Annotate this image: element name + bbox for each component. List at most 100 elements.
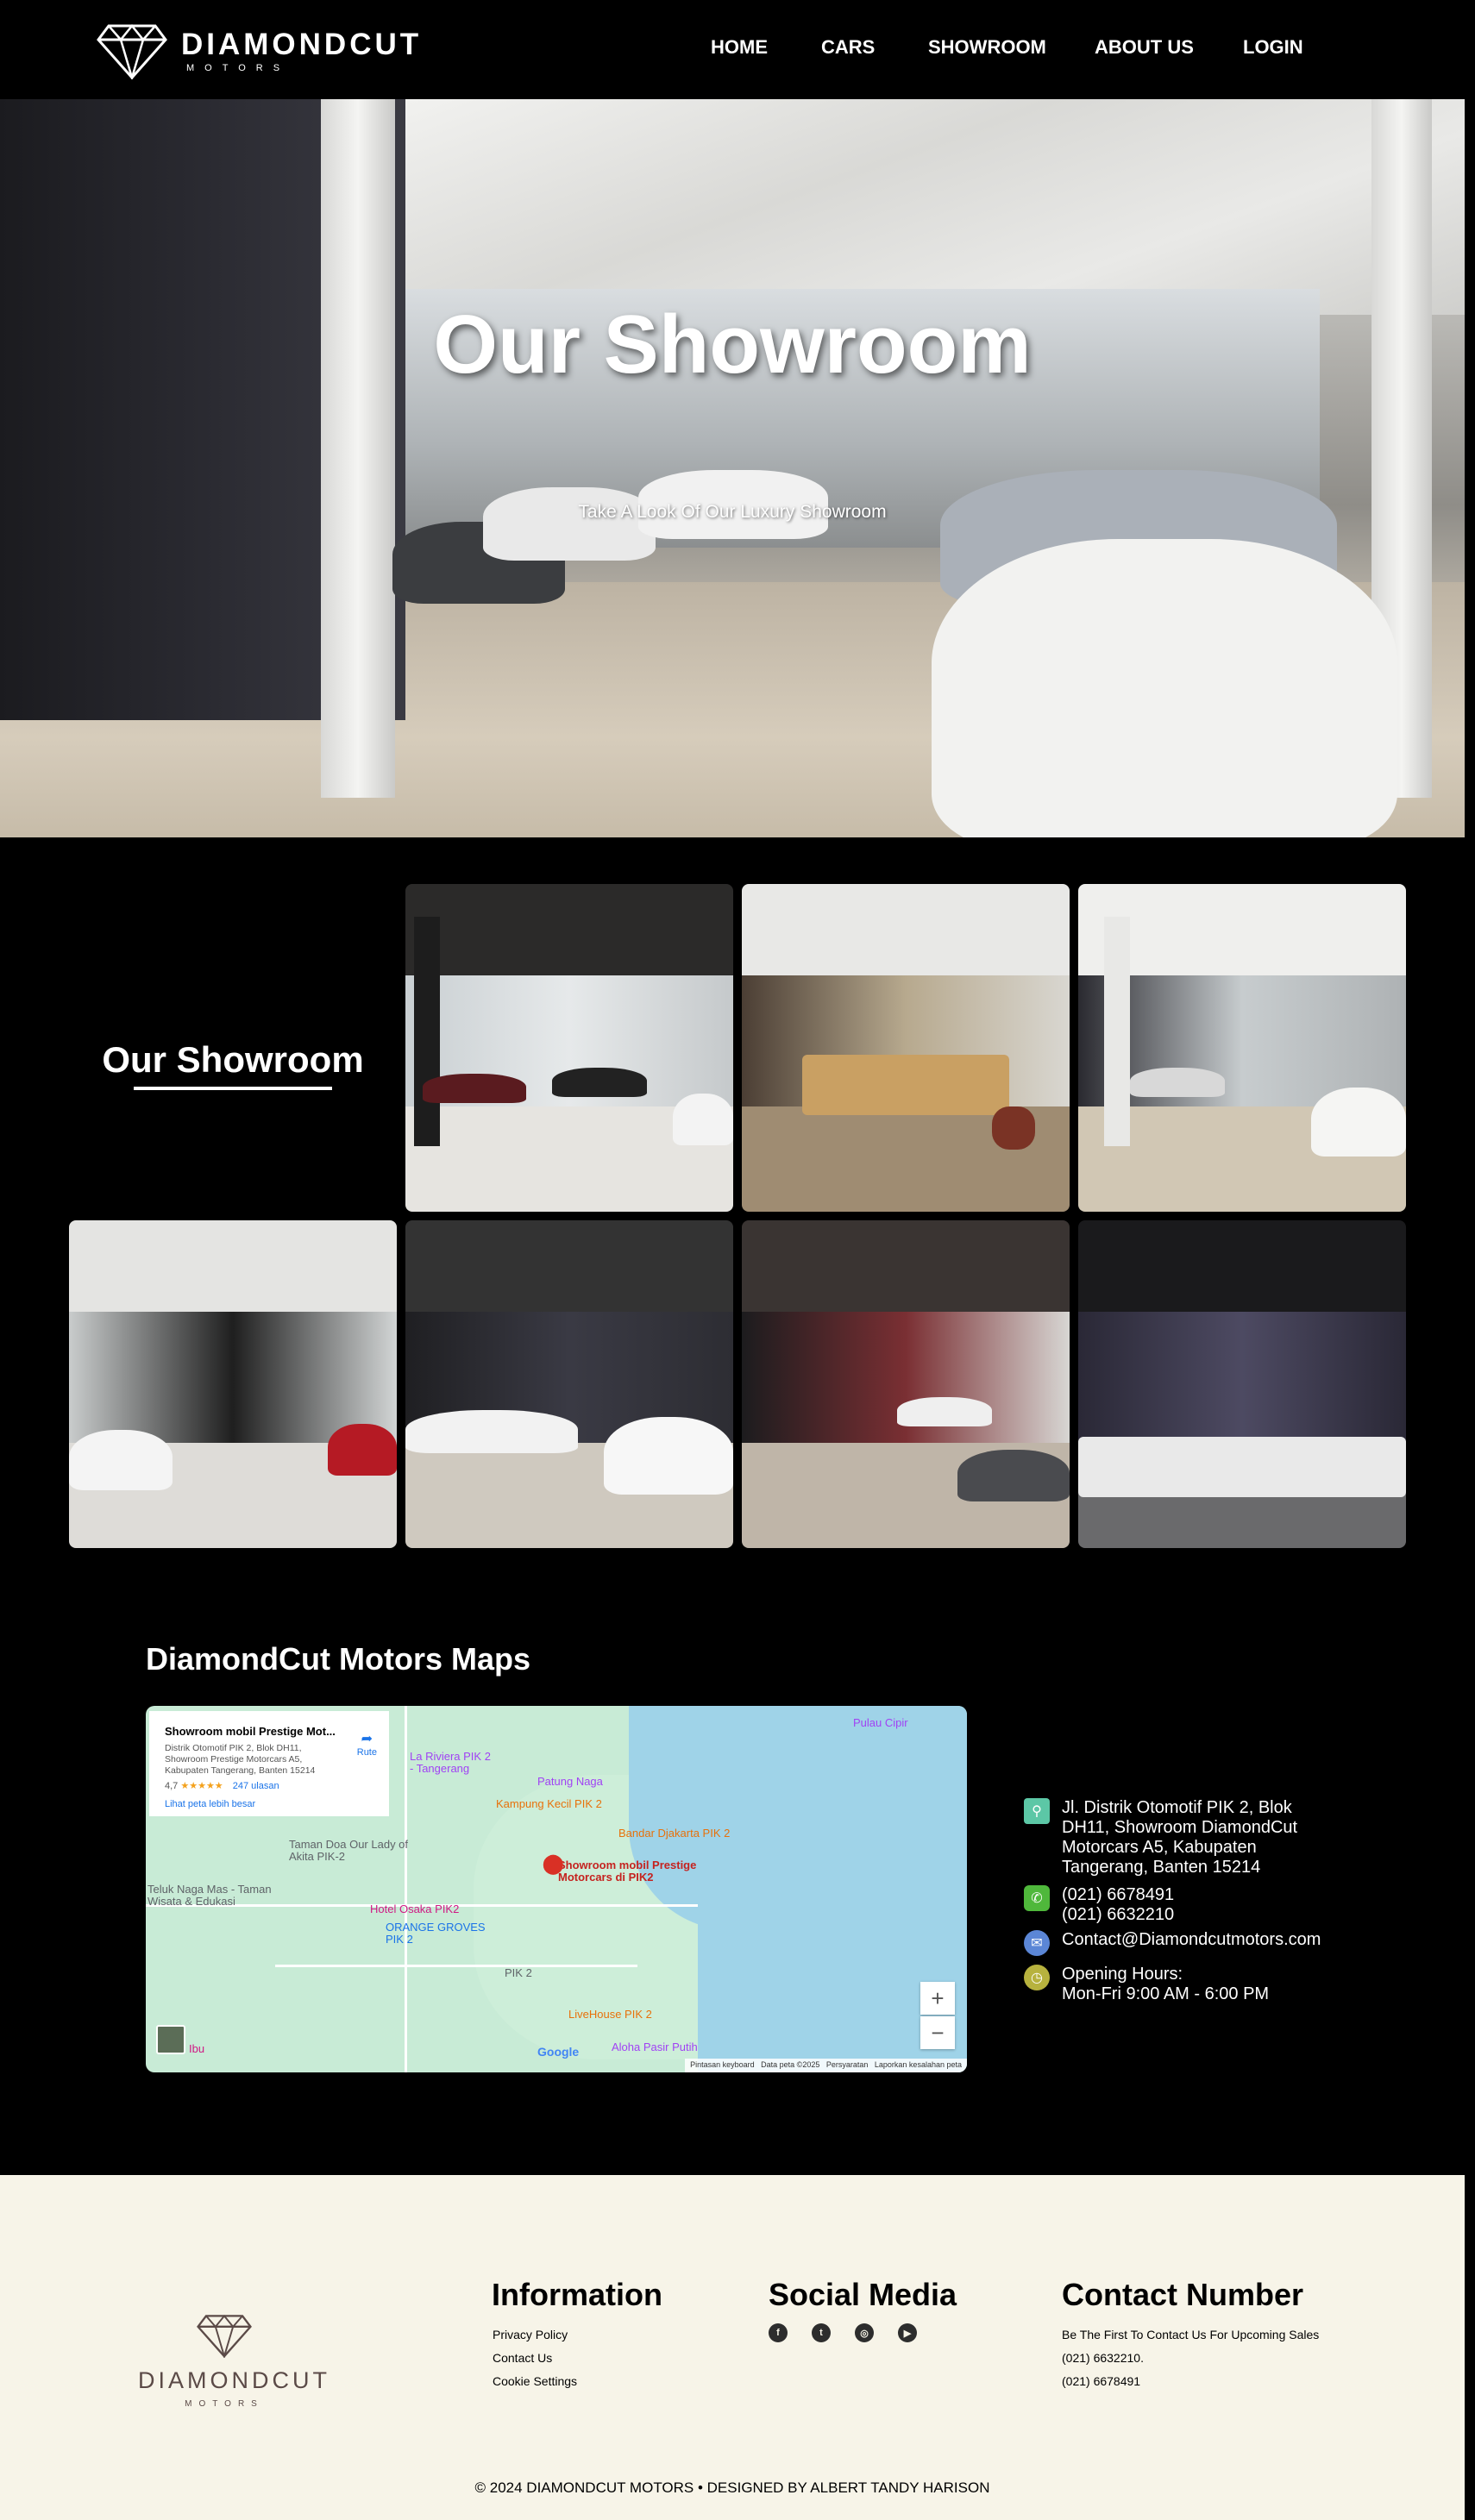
map-place-card: Showroom mobil Prestige Mot... Distrik O… (149, 1711, 389, 1816)
map-road (275, 1965, 637, 1967)
contact-address-row: ⚲ Jl. Distrik Otomotif PIK 2, Blok DH11,… (1024, 1798, 1321, 1877)
satellite-layer-thumbnail[interactable] (156, 2025, 185, 2054)
hero-pillar (321, 99, 395, 798)
map-label-hotel-osaka[interactable]: Hotel Osaka PIK2 (370, 1903, 459, 1915)
showroom-photo-4[interactable] (69, 1220, 397, 1548)
nav-cars-link[interactable]: CARS (821, 36, 875, 59)
route-label: Rute (356, 1747, 377, 1758)
footer-contact-heading: Contact Number (1062, 2277, 1304, 2312)
logo-subtitle: MOTORS (186, 63, 291, 73)
map-label-bandar-djakarta[interactable]: Bandar Djakarta PIK 2 (618, 1827, 730, 1840)
embedded-map[interactable]: Showroom mobil Prestige Mot... Distrik O… (146, 1706, 967, 2072)
rating-stars-icon: ★★★★★ (180, 1781, 223, 1791)
twitter-icon[interactable]: t (812, 2323, 831, 2342)
contact-phone-1[interactable]: (021) 6678491 (1062, 1885, 1321, 1905)
maps-section-title: DiamondCut Motors Maps (146, 1641, 530, 1677)
footer-logo[interactable]: DIAMONDCUT MOTORS (138, 2313, 330, 2409)
place-address: Distrik Otomotif PIK 2, Blok DH11, Showr… (165, 1743, 316, 1776)
showroom-photo-2[interactable] (742, 884, 1070, 1212)
map-report-link[interactable]: Laporkan kesalahan peta (875, 2060, 962, 2069)
contact-phone-row: ✆ (021) 6678491 (021) 6632210 (1024, 1885, 1321, 1925)
showroom-photo-6[interactable] (742, 1220, 1070, 1548)
hero-title: Our Showroom (433, 298, 1032, 391)
map-label-orange-groves[interactable]: ORANGE GROVES PIK 2 (386, 1921, 489, 1946)
nav-login-link[interactable]: LOGIN (1243, 36, 1303, 59)
map-shortcuts-link[interactable]: Pintasan keyboard (690, 2060, 755, 2069)
gallery-title: Our Showroom (102, 1039, 364, 1080)
footer-social-heading: Social Media (769, 2277, 957, 2312)
footer-information-links: Privacy Policy Contact Us Cookie Setting… (493, 2323, 577, 2393)
phone-icon: ✆ (1024, 1885, 1050, 1911)
map-label-teluk-naga[interactable]: Teluk Naga Mas - Taman Wisata & Edukasi (148, 1884, 294, 1908)
cookie-settings-link[interactable]: Cookie Settings (493, 2370, 577, 2393)
map-attribution-bar: Pintasan keyboard Data peta ©2025 Persya… (685, 2059, 967, 2072)
map-label-pulau-cipir[interactable]: Pulau Cipir (853, 1716, 908, 1729)
directions-icon: ➦ (361, 1732, 373, 1746)
map-zoom-in-button[interactable]: + (920, 1982, 955, 2015)
map-label-showroom-pin[interactable]: ⬤ Showroom mobil Prestige Motorcars di P… (543, 1852, 741, 1884)
main-menu: HOME CARS SHOWROOM ABOUT US LOGIN (0, 36, 1475, 62)
contact-us-link[interactable]: Contact Us (493, 2347, 577, 2370)
map-label-ibu[interactable]: Ibu (189, 2042, 204, 2055)
hero-banner: Our Showroom Take A Look Of Our Luxury S… (0, 99, 1465, 837)
map-zoom-out-button[interactable]: − (920, 2016, 955, 2049)
map-terms-link[interactable]: Persyaratan (826, 2060, 869, 2069)
map-road (405, 1706, 407, 2072)
place-reviews-link[interactable]: 247 ulasan (233, 1781, 279, 1791)
hero-car-porsche (932, 539, 1397, 837)
place-rating: 4,7 (165, 1781, 179, 1791)
map-label-livehouse[interactable]: LiveHouse PIK 2 (568, 2008, 652, 2021)
nav-showroom-link[interactable]: SHOWROOM (928, 36, 1046, 59)
site-footer: DIAMONDCUT MOTORS Information Privacy Po… (0, 2175, 1465, 2520)
privacy-policy-link[interactable]: Privacy Policy (493, 2323, 577, 2347)
footer-logo-wordmark: DIAMONDCUT (138, 2367, 330, 2393)
footer-contact-tagline: Be The First To Contact Us For Upcoming … (1062, 2328, 1320, 2341)
diamond-logo-icon (197, 2314, 252, 2360)
map-marker-label: Showroom mobil Prestige Motorcars di PIK… (558, 1859, 697, 1884)
map-label-taman-doa[interactable]: Taman Doa Our Lady of Akita PIK-2 (289, 1839, 427, 1863)
map-label-aloha[interactable]: Aloha Pasir Putih (612, 2040, 698, 2053)
location-pin-icon: ⚲ (1024, 1798, 1050, 1824)
route-button[interactable]: ➦ Rute (357, 1730, 377, 1758)
opening-hours-label: Opening Hours: (1062, 1965, 1183, 1984)
contact-address: Jl. Distrik Otomotif PIK 2, Blok DH11, S… (1062, 1798, 1298, 1877)
hero-car-white (483, 487, 656, 561)
google-logo: Google (537, 2045, 580, 2059)
footer-logo-subtitle: MOTORS (185, 2399, 264, 2409)
nav-home-link[interactable]: HOME (711, 36, 768, 59)
place-rating-row: 4,7 ★★★★★ 247 ulasan (165, 1780, 373, 1791)
showroom-photo-5[interactable] (405, 1220, 733, 1548)
larger-map-link[interactable]: Lihat peta lebih besar (165, 1799, 373, 1809)
contact-phone-2[interactable]: (021) 6632210 (1062, 1905, 1321, 1925)
showroom-photo-7[interactable] (1078, 1220, 1406, 1548)
clock-icon: ◷ (1024, 1965, 1050, 1990)
footer-contact-lines: Be The First To Contact Us For Upcoming … (1062, 2323, 1319, 2393)
footer-phone-1: (021) 6632210. (1062, 2351, 1144, 2365)
email-icon: ✉ (1024, 1930, 1050, 1956)
copyright-text: © 2024 DIAMONDCUT MOTORS • DESIGNED BY A… (474, 2479, 990, 2496)
showroom-photo-3[interactable] (1078, 884, 1406, 1212)
footer-phone-2: (021) 6678491 (1062, 2374, 1141, 2388)
navbar: DIAMONDCUT MOTORS HOME CARS SHOWROOM ABO… (0, 0, 1475, 99)
map-marker-icon: ⬤ (543, 1852, 564, 1874)
social-icons: f t ◎ ▶ (769, 2323, 941, 2342)
facebook-icon[interactable]: f (769, 2323, 788, 2342)
contact-hours-row: ◷ Opening Hours: Mon-Fri 9:00 AM - 6:00 … (1024, 1965, 1321, 2004)
contact-email[interactable]: Contact@Diamondcutmotors.com (1062, 1930, 1321, 1950)
map-label-pik2[interactable]: PIK 2 (505, 1966, 532, 1979)
opening-hours: Mon-Fri 9:00 AM - 6:00 PM (1062, 1984, 1270, 2003)
nav-about-link[interactable]: ABOUT US (1095, 36, 1194, 59)
showroom-photo-1[interactable] (405, 884, 733, 1212)
footer-information-heading: Information (492, 2277, 662, 2312)
map-label-la-riviera[interactable]: La Riviera PIK 2 - Tangerang (410, 1751, 496, 1775)
place-name: Showroom mobil Prestige Mot... (165, 1725, 336, 1738)
youtube-icon[interactable]: ▶ (898, 2323, 917, 2342)
contact-email-row: ✉ Contact@Diamondcutmotors.com (1024, 1930, 1321, 1956)
gallery-title-underline (134, 1087, 332, 1090)
map-data-label: Data peta ©2025 (761, 2060, 820, 2069)
map-label-patung-naga[interactable]: Patung Naga (537, 1775, 603, 1788)
instagram-icon[interactable]: ◎ (855, 2323, 874, 2342)
map-label-kampung-kecil[interactable]: Kampung Kecil PIK 2 (496, 1797, 602, 1810)
hero-ceiling (388, 99, 1465, 315)
hero-subtitle: Take A Look Of Our Luxury Showroom (578, 502, 887, 522)
